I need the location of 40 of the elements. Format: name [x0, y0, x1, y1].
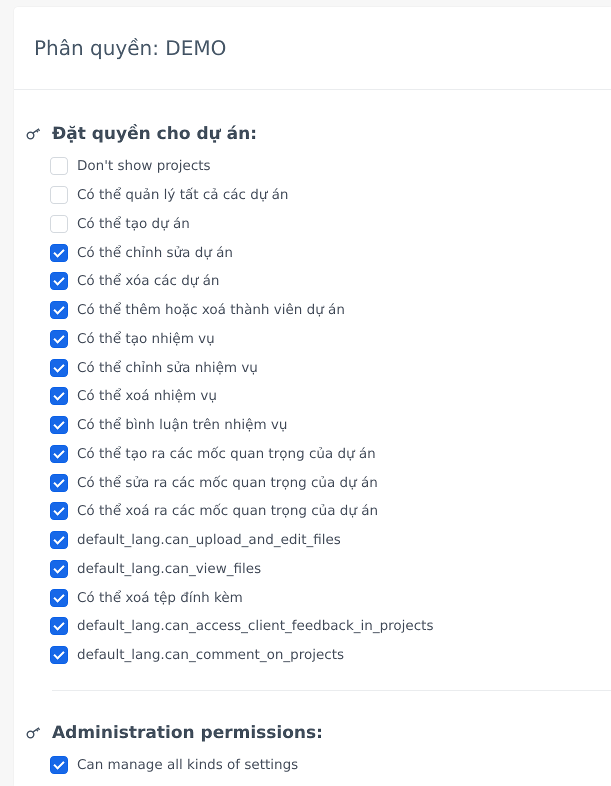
- section-heading: Đặt quyền cho dự án:: [52, 124, 258, 144]
- permission-label: default_lang.can_comment_on_projects: [77, 647, 344, 664]
- checkbox[interactable]: [50, 330, 68, 348]
- checkbox[interactable]: [50, 560, 68, 578]
- key-icon: [26, 726, 42, 738]
- permission-label: default_lang.can_access_client_feedback_in_projects: [77, 618, 434, 634]
- checkbox[interactable]: [50, 244, 68, 262]
- checkbox[interactable]: [50, 387, 68, 406]
- permission-label: Có thể chỉnh sửa dự án: [77, 244, 233, 261]
- checkbox[interactable]: [50, 617, 68, 636]
- page-title: Phân quyền: DEMO: [34, 36, 226, 60]
- permission-label: default_lang.can_view_files: [77, 560, 262, 577]
- permission-label: Có thể tạo dự án: [77, 216, 190, 232]
- checkbox[interactable]: [50, 358, 68, 377]
- permission-label: Có thể xoá tệp đính kèm: [77, 590, 243, 606]
- permission-label: Có thể thêm hoặc xoá thành viên dự án: [77, 302, 345, 318]
- permission-label: Có thể xóa các dự án: [77, 273, 220, 290]
- checkbox[interactable]: [50, 531, 68, 550]
- permission-label: Có thể xoá nhiệm vụ: [77, 388, 217, 404]
- section-heading: Administration permissions:: [52, 722, 323, 742]
- checkbox[interactable]: [50, 502, 68, 520]
- checkbox[interactable]: [50, 646, 68, 664]
- permission-label: Có thể quản lý tất cả các dự án: [77, 187, 288, 204]
- permission-label: Có thể sửa ra các mốc quan trọng của dự án: [77, 474, 378, 491]
- checkbox[interactable]: [50, 474, 68, 492]
- permission-label: Có thể bình luận trên nhiệm vụ: [77, 417, 288, 434]
- permission-label: Có thể tạo ra các mốc quan trọng của dự án: [77, 446, 376, 462]
- permission-label: Có thể tạo nhiệm vụ: [77, 330, 215, 347]
- permission-label: Don't show projects: [77, 158, 211, 174]
- permission-label: default_lang.can_upload_and_edit_files: [77, 532, 341, 548]
- checkbox[interactable]: [50, 301, 68, 320]
- checkbox[interactable]: [50, 588, 68, 607]
- checkbox[interactable]: [50, 444, 68, 463]
- checkbox[interactable]: [50, 416, 68, 434]
- permission-label: Có thể xoá ra các mốc quan trọng của dự án: [77, 503, 378, 520]
- permission-label: Can manage all kinds of settings: [77, 756, 298, 773]
- checkbox[interactable]: [50, 756, 68, 774]
- permission-label: Có thể chỉnh sửa nhiệm vụ: [77, 360, 258, 376]
- checkbox[interactable]: [50, 272, 68, 290]
- key-icon: [26, 128, 42, 140]
